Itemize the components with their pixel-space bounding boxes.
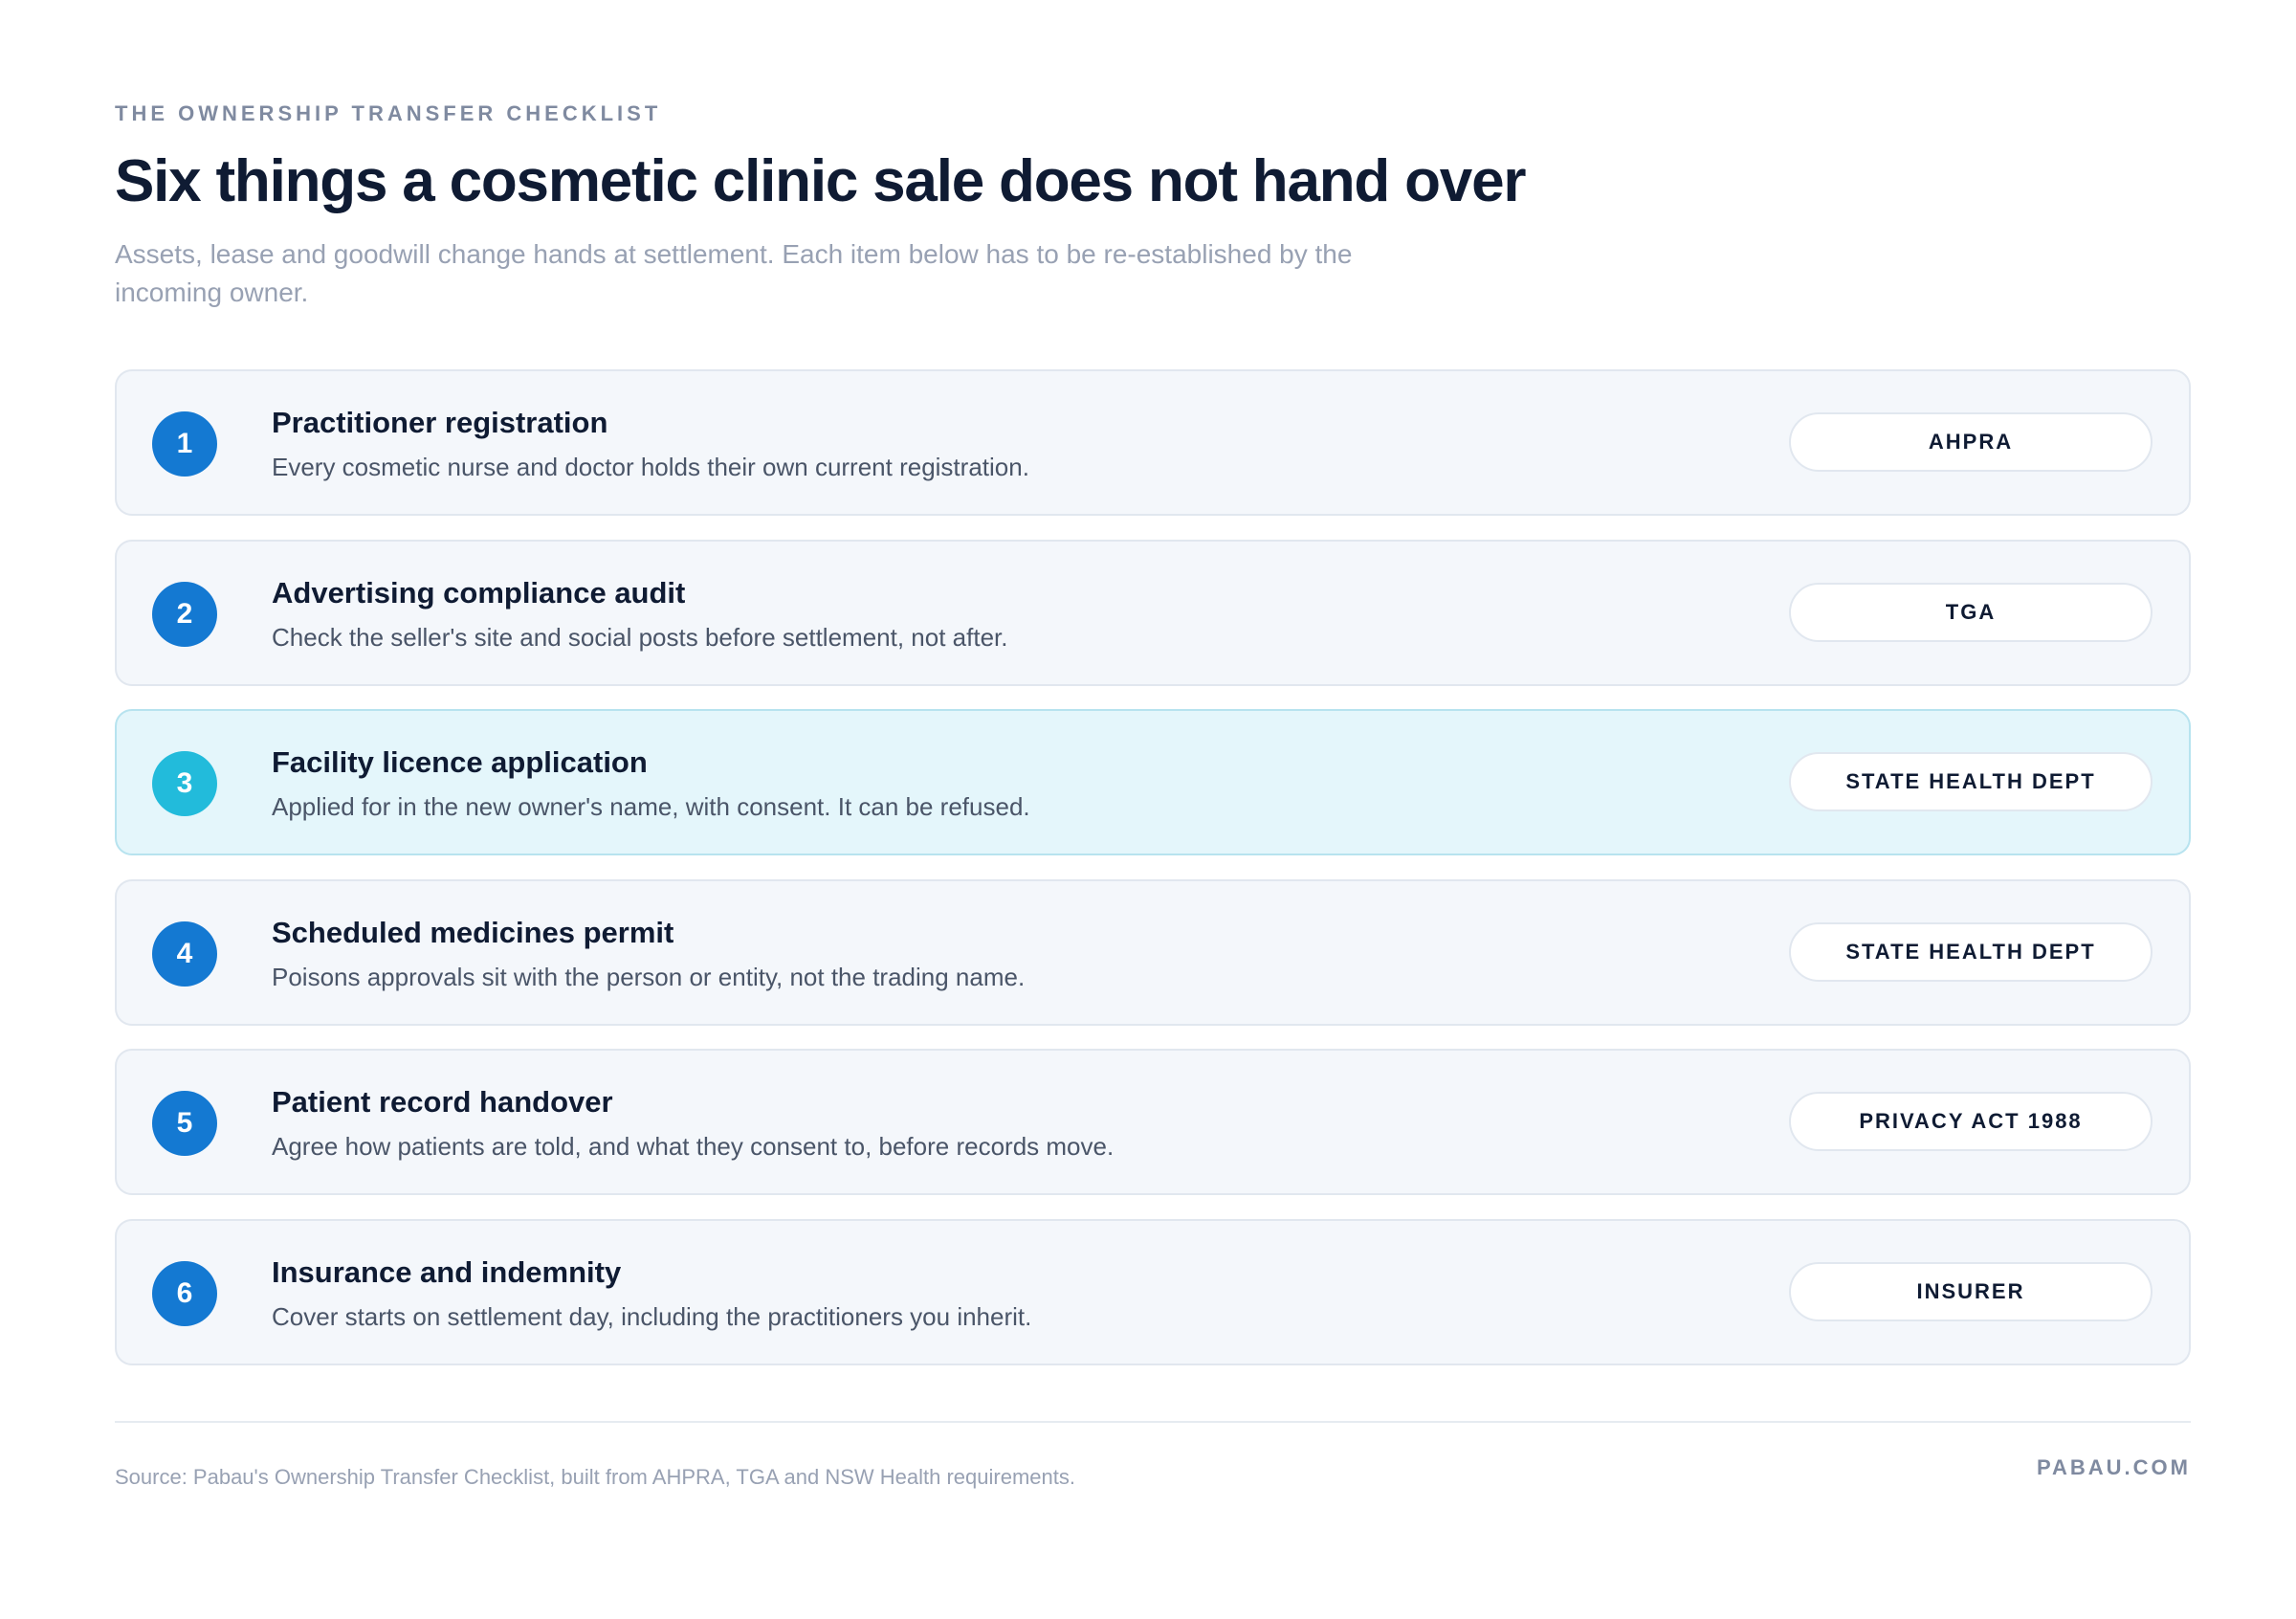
item-number-badge: 3 (152, 751, 217, 816)
checklist-item-insurance: 6 Insurance and indemnity Cover starts o… (115, 1218, 2191, 1365)
item-title: Insurance and indemnity (272, 1254, 622, 1289)
item-title: Practitioner registration (272, 406, 608, 439)
checklist: 1 Practitioner registration Every cosmet… (115, 369, 2191, 1388)
item-title: Advertising compliance audit (272, 575, 686, 610)
checklist-item-medicines-permit: 4 Scheduled medicines permit Poisons app… (115, 878, 2191, 1026)
eyebrow-label: THE OWNERSHIP TRANSFER CHECKLIST (115, 101, 662, 125)
item-authority-tag: AHPRA (1789, 412, 2152, 472)
page-title: Six things a cosmetic clinic sale does n… (115, 148, 1526, 214)
item-number-badge: 1 (152, 411, 217, 477)
checklist-item-practitioner-registration: 1 Practitioner registration Every cosmet… (115, 369, 2191, 516)
item-title: Facility licence application (272, 745, 648, 779)
item-description: Every cosmetic nurse and doctor holds th… (272, 453, 1029, 481)
item-authority-tag: PRIVACY ACT 1988 (1789, 1092, 2152, 1151)
item-number-badge: 4 (152, 920, 217, 987)
checklist-page: THE OWNERSHIP TRANSFER CHECKLIST Six thi… (115, 0, 2191, 1619)
item-authority-tag: STATE HEALTH DEPT (1789, 752, 2152, 811)
item-authority-tag: INSURER (1789, 1261, 2152, 1321)
item-number-badge: 5 (152, 1091, 217, 1156)
page-subtitle: Assets, lease and goodwill change hands … (115, 239, 1353, 307)
item-description: Check the seller's site and social posts… (272, 622, 1008, 652)
item-authority-tag: STATE HEALTH DEPT (1789, 921, 2152, 982)
item-description: Cover starts on settlement day, includin… (272, 1301, 1032, 1331)
checklist-item-facility-licence: 3 Facility licence application Applied f… (115, 709, 2191, 855)
item-description: Applied for in the new owner's name, wit… (272, 792, 1030, 821)
source-note: Source: Pabau's Ownership Transfer Check… (115, 1465, 1075, 1489)
footer-divider (115, 1421, 2191, 1423)
item-authority-tag: TGA (1789, 582, 2152, 642)
checklist-item-advertising-audit: 2 Advertising compliance audit Check the… (115, 539, 2191, 686)
item-number-badge: 2 (152, 581, 217, 647)
item-title: Patient record handover (272, 1085, 613, 1119)
item-number-badge: 6 (152, 1260, 217, 1326)
item-description: Poisons approvals sit with the person or… (272, 962, 1026, 991)
checklist-item-patient-records: 5 Patient record handover Agree how pati… (115, 1049, 2191, 1195)
brand-wordmark: PABAU.COM (2036, 1455, 2191, 1479)
item-description: Agree how patients are told, and what th… (272, 1132, 1115, 1161)
item-title: Scheduled medicines permit (272, 915, 674, 949)
